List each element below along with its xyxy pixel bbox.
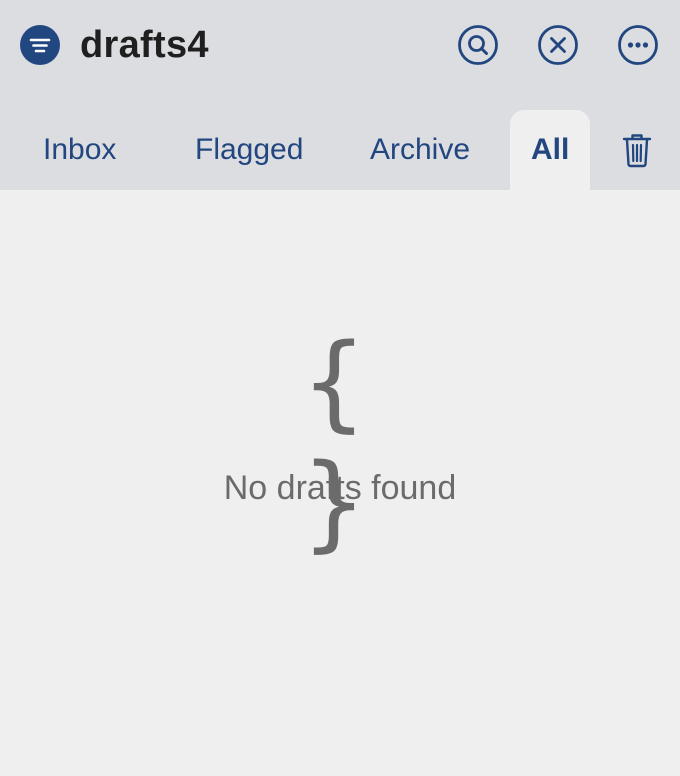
filter-button[interactable] bbox=[20, 25, 60, 65]
search-icon bbox=[458, 25, 498, 65]
tab-flagged[interactable]: Flagged bbox=[195, 128, 303, 172]
close-button[interactable] bbox=[537, 24, 579, 66]
tab-archive[interactable]: Archive bbox=[370, 128, 470, 172]
search-button[interactable] bbox=[457, 24, 499, 66]
empty-state-message: No drafts found bbox=[223, 469, 457, 507]
filter-icon bbox=[29, 38, 51, 53]
more-button[interactable] bbox=[617, 24, 659, 66]
more-icon bbox=[618, 25, 658, 65]
trash-icon bbox=[622, 134, 652, 168]
trash-button[interactable] bbox=[622, 132, 652, 168]
empty-state-braces-icon: { } bbox=[300, 321, 380, 563]
tab-inbox[interactable]: Inbox bbox=[43, 128, 116, 172]
close-icon bbox=[538, 25, 578, 65]
tab-all[interactable]: All bbox=[531, 128, 569, 172]
page-title: drafts4 bbox=[80, 24, 209, 66]
header-bar: drafts4 Inbox Flagged Archive All bbox=[0, 0, 680, 190]
